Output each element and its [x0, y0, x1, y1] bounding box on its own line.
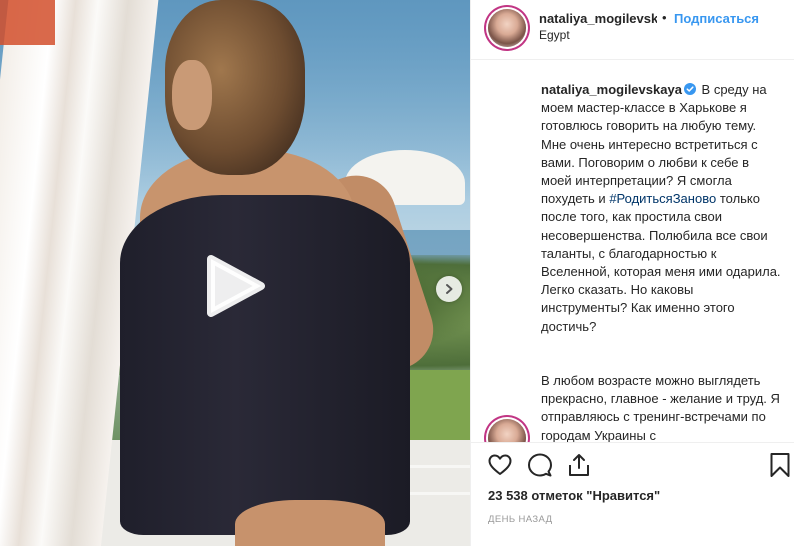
avatar[interactable]: [488, 9, 526, 47]
post-side-panel: nataliya_mogilevsk • Подписаться Egypt n…: [470, 0, 794, 546]
post-media-video[interactable]: [0, 0, 470, 546]
comment-avatar[interactable]: [488, 419, 526, 442]
likes-count[interactable]: 23 538 отметок "Нравится": [488, 488, 660, 503]
media-red-cloth: [0, 0, 55, 45]
separator-dot: •: [662, 10, 667, 25]
media-leg: [235, 500, 385, 546]
chevron-right-icon[interactable]: [436, 276, 462, 302]
post-username[interactable]: nataliya_mogilevsk: [539, 11, 657, 26]
verified-badge-icon: [683, 83, 696, 95]
post-header: nataliya_mogilevsk • Подписаться Egypt: [471, 0, 794, 60]
caption-text-part-1: В среду на моем мастер-классе в Харькове…: [541, 82, 767, 207]
comments-list[interactable]: nataliya_mogilevskaya В среду на моем ма…: [471, 61, 794, 442]
comment-text: В любом возрасте можно выглядеть прекрас…: [541, 373, 780, 442]
share-icon[interactable]: [566, 452, 592, 478]
bookmark-icon[interactable]: [767, 452, 793, 478]
caption-username[interactable]: nataliya_mogilevskaya: [541, 82, 682, 97]
caption-hashtag-link[interactable]: #РодитьсяЗаново: [609, 191, 716, 206]
play-icon[interactable]: [197, 249, 271, 323]
follow-button[interactable]: Подписаться: [674, 11, 759, 26]
post-actions: 23 538 отметок "Нравится" ДЕНЬ НАЗАД: [471, 442, 794, 546]
comment-icon[interactable]: [527, 452, 553, 478]
caption-text-part-2: только после того, как простила свои нес…: [541, 191, 781, 334]
post-location[interactable]: Egypt: [539, 28, 570, 42]
heart-icon[interactable]: [487, 452, 513, 478]
post-timestamp[interactable]: ДЕНЬ НАЗАД: [488, 514, 552, 525]
media-face: [172, 60, 212, 130]
post-caption: nataliya_mogilevskaya В среду на моем ма…: [541, 81, 781, 336]
media-dress: [120, 195, 410, 535]
